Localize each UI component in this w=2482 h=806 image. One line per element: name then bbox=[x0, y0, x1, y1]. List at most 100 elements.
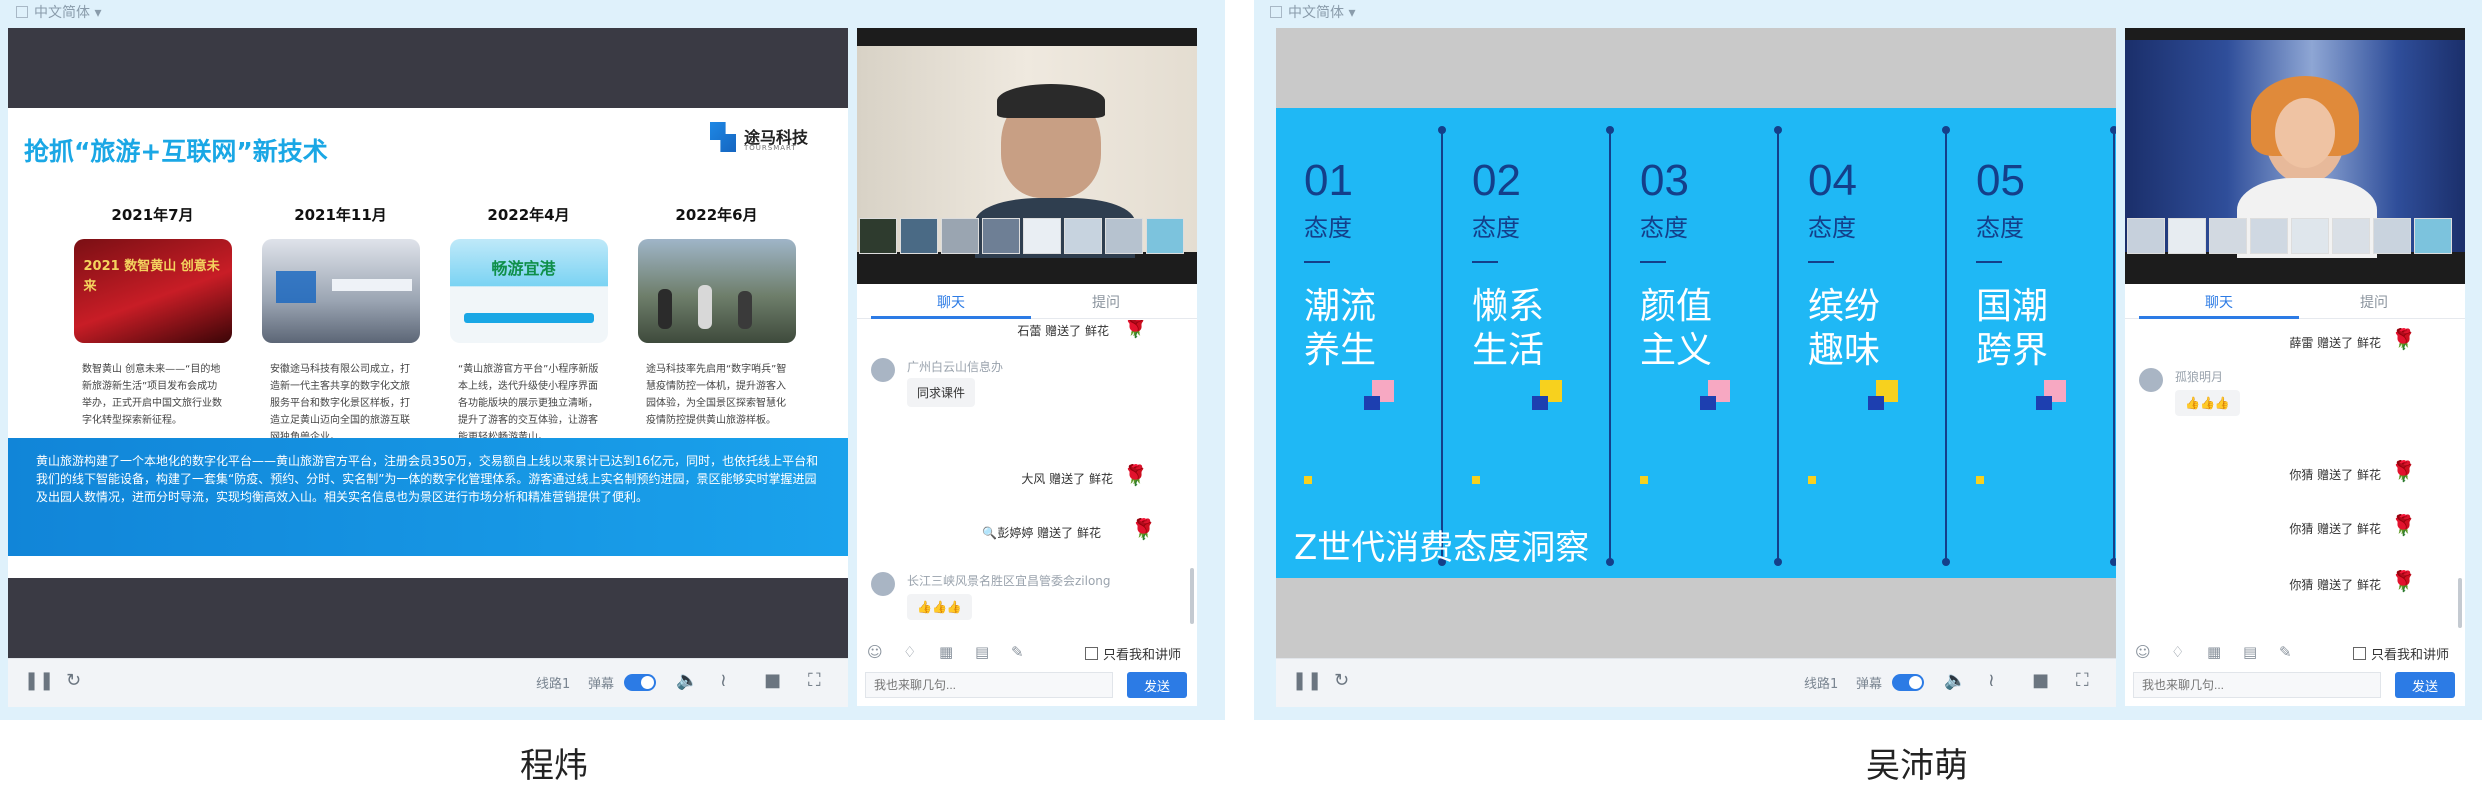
attitude-item: 02 态度 懒系生活 bbox=[1472, 156, 1545, 371]
participant-thumb[interactable] bbox=[2168, 218, 2206, 254]
document-icon[interactable]: ▤ bbox=[2243, 643, 2257, 661]
participant-thumb[interactable] bbox=[2209, 218, 2247, 254]
lecturer-video bbox=[857, 28, 1197, 284]
gift-icon[interactable]: ♢ bbox=[2171, 643, 2184, 661]
chat-tabs: 聊天 提问 bbox=[2125, 284, 2465, 319]
fullscreen-icon[interactable]: ⛶ bbox=[2076, 671, 2089, 691]
chat-input[interactable] bbox=[2133, 672, 2381, 698]
rose-icon: 🌹 bbox=[1131, 517, 1156, 541]
presentation-area: 抢抓“旅游+互联网”新技术 途马科技 TOURSMART 2021年7月 202… bbox=[8, 28, 848, 658]
participant-thumb[interactable] bbox=[900, 218, 938, 254]
participant-thumb[interactable] bbox=[1105, 218, 1143, 254]
line-selector[interactable]: 线路1 bbox=[1804, 673, 1838, 692]
danmaku-label: 弹幕 bbox=[1856, 677, 1883, 692]
danmaku-toggle[interactable] bbox=[1892, 674, 1924, 691]
rose-icon: 🌹 bbox=[2391, 569, 2416, 593]
gift-icon[interactable]: ♢ bbox=[903, 643, 916, 661]
grid-icon bbox=[1270, 6, 1282, 18]
danmaku-toggle[interactable] bbox=[624, 674, 656, 691]
chat-bubble: 同求课件 bbox=[907, 378, 976, 407]
signal-icon[interactable]: ≀ bbox=[720, 671, 727, 691]
refresh-icon[interactable]: ↻ bbox=[66, 671, 81, 691]
participant-thumbnails bbox=[857, 218, 1197, 254]
chat-input-row: 发送 bbox=[2125, 668, 2465, 702]
chat-scrollbar[interactable] bbox=[1190, 568, 1194, 624]
attitude-item: 04 态度 缤纷趣味 bbox=[1808, 156, 1881, 371]
chat-messages: 薛雷 赠送了 鲜花 🌹 孤狼明月 👍👍👍 你猜 赠送了 鲜花 🌹 你猜 赠送了 … bbox=[2125, 320, 2465, 636]
only-me-checkbox[interactable] bbox=[2353, 647, 2366, 660]
gift-message: 你猜 赠送了 鲜花 bbox=[2289, 578, 2381, 592]
tab-question[interactable]: 提问 bbox=[2360, 292, 2388, 312]
language-selector[interactable]: 中文简体 ▾ bbox=[16, 2, 101, 22]
crowd-photo bbox=[637, 239, 796, 343]
event-photo: 2021 数智黄山 创意未来 bbox=[73, 239, 232, 343]
emoji-icon[interactable]: ☺ bbox=[867, 643, 883, 661]
only-me-label: 只看我和讲师 bbox=[2371, 648, 2450, 663]
line-selector[interactable]: 线路1 bbox=[536, 673, 570, 692]
pen-icon[interactable]: ✎ bbox=[2279, 643, 2292, 661]
chat-toolbar: ☺ ♢ ▦ ▤ ✎ 只看我和讲师 bbox=[2125, 640, 2465, 666]
send-button[interactable]: 发送 bbox=[2395, 672, 2455, 698]
gift-message: 石蕾 赠送了 鲜花 bbox=[1017, 324, 1109, 338]
language-selector[interactable]: 中文简体 ▾ bbox=[1270, 2, 1355, 22]
participant-thumb[interactable] bbox=[1023, 218, 1061, 254]
refresh-icon[interactable]: ↻ bbox=[1334, 671, 1349, 691]
participant-thumb[interactable] bbox=[2250, 218, 2288, 254]
volume-icon[interactable]: 🔈 bbox=[1944, 671, 1966, 691]
side-panel: 聊天 提问 薛雷 赠送了 鲜花 🌹 孤狼明月 👍👍👍 你猜 赠送了 鲜花 🌹 你… bbox=[2125, 28, 2465, 706]
rose-icon: 🌹 bbox=[2391, 459, 2416, 483]
chat-messages: 石蕾 赠送了 鲜花 🌹 广州白云山信息办 同求课件 大风 赠送了 鲜花 🌹 🔍彭… bbox=[857, 320, 1197, 636]
slide-title: 抢抓“旅游+互联网”新技术 bbox=[24, 137, 328, 166]
calendar-icon[interactable]: ▦ bbox=[939, 643, 953, 661]
pause-icon[interactable]: ❚❚ bbox=[24, 671, 54, 691]
calendar-icon[interactable]: ▦ bbox=[2207, 643, 2221, 661]
participant-thumb[interactable] bbox=[1146, 218, 1184, 254]
participant-thumb[interactable] bbox=[2414, 218, 2452, 254]
avatar bbox=[2139, 368, 2163, 392]
rose-icon: 🌹 bbox=[2391, 327, 2416, 351]
gift-message: 🔍彭婷婷 赠送了 鲜花 bbox=[982, 526, 1101, 540]
only-me-checkbox[interactable] bbox=[1085, 647, 1098, 660]
avatar bbox=[871, 358, 895, 382]
pause-icon[interactable]: ❚❚ bbox=[1292, 671, 1322, 691]
slide: 01 态度 潮流养生 02 态度 懒系生活 03 态度 颜值主义 04 态度 缤… bbox=[1276, 108, 2116, 578]
live-player-panel-right: 中文简体 ▾ 01 态度 潮流养生 02 态度 懒系生活 03 态度 颜值主义 … bbox=[1254, 0, 2482, 720]
participant-thumb[interactable] bbox=[2332, 218, 2370, 254]
emoji-icon[interactable]: ☺ bbox=[2135, 643, 2151, 661]
gift-message: 你猜 赠送了 鲜花 bbox=[2289, 468, 2381, 482]
tab-question[interactable]: 提问 bbox=[1092, 292, 1120, 312]
summary-band: 黄山旅游构建了一个本地化的数字化平台——黄山旅游官方平台，注册会员350万，交易… bbox=[8, 438, 848, 556]
player-controls: ❚❚ ↻ 线路1 弹幕 🔈 ≀ ■ ⛶ bbox=[8, 658, 848, 707]
mini-program-screenshot: 畅游宜港 bbox=[449, 239, 608, 343]
player-controls: ❚❚ ↻ 线路1 弹幕 🔈 ≀ ■ ⛶ bbox=[1276, 658, 2116, 707]
participant-thumb[interactable] bbox=[941, 218, 979, 254]
camera-icon[interactable]: ■ bbox=[2032, 671, 2049, 691]
signal-icon[interactable]: ≀ bbox=[1988, 671, 1995, 691]
panel-caption: 程炜 bbox=[520, 746, 588, 786]
tab-chat[interactable]: 聊天 bbox=[2205, 292, 2233, 312]
attitude-item: 01 态度 潮流养生 bbox=[1304, 156, 1377, 371]
pen-icon[interactable]: ✎ bbox=[1011, 643, 1024, 661]
chat-scrollbar[interactable] bbox=[2458, 578, 2462, 628]
participant-thumb[interactable] bbox=[2127, 218, 2165, 254]
tab-chat[interactable]: 聊天 bbox=[937, 292, 965, 312]
fullscreen-icon[interactable]: ⛶ bbox=[808, 671, 821, 691]
rose-icon: 🌹 bbox=[2391, 513, 2416, 537]
send-button[interactable]: 发送 bbox=[1127, 672, 1187, 698]
camera-icon[interactable]: ■ bbox=[764, 671, 781, 691]
participant-thumb[interactable] bbox=[859, 218, 897, 254]
participant-thumb[interactable] bbox=[2291, 218, 2329, 254]
participant-thumb[interactable] bbox=[2373, 218, 2411, 254]
chat-bubble: 👍👍👍 bbox=[2175, 390, 2240, 416]
timeline-item: 2022年6月 途马科技率先启用“数字哨兵”智慧疫情防控一体机，提升游客入园体验… bbox=[634, 204, 799, 429]
participant-thumb[interactable] bbox=[982, 218, 1020, 254]
chat-tabs: 聊天 提问 bbox=[857, 284, 1197, 319]
volume-icon[interactable]: 🔈 bbox=[676, 671, 698, 691]
tab-indicator bbox=[871, 316, 1031, 319]
participant-thumb[interactable] bbox=[1064, 218, 1102, 254]
chat-input[interactable] bbox=[865, 672, 1113, 698]
document-icon[interactable]: ▤ bbox=[975, 643, 989, 661]
rose-icon: 🌹 bbox=[1123, 463, 1148, 487]
gift-message: 大风 赠送了 鲜花 bbox=[1021, 472, 1113, 486]
presentation-area: 01 态度 潮流养生 02 态度 懒系生活 03 态度 颜值主义 04 态度 缤… bbox=[1276, 28, 2116, 658]
